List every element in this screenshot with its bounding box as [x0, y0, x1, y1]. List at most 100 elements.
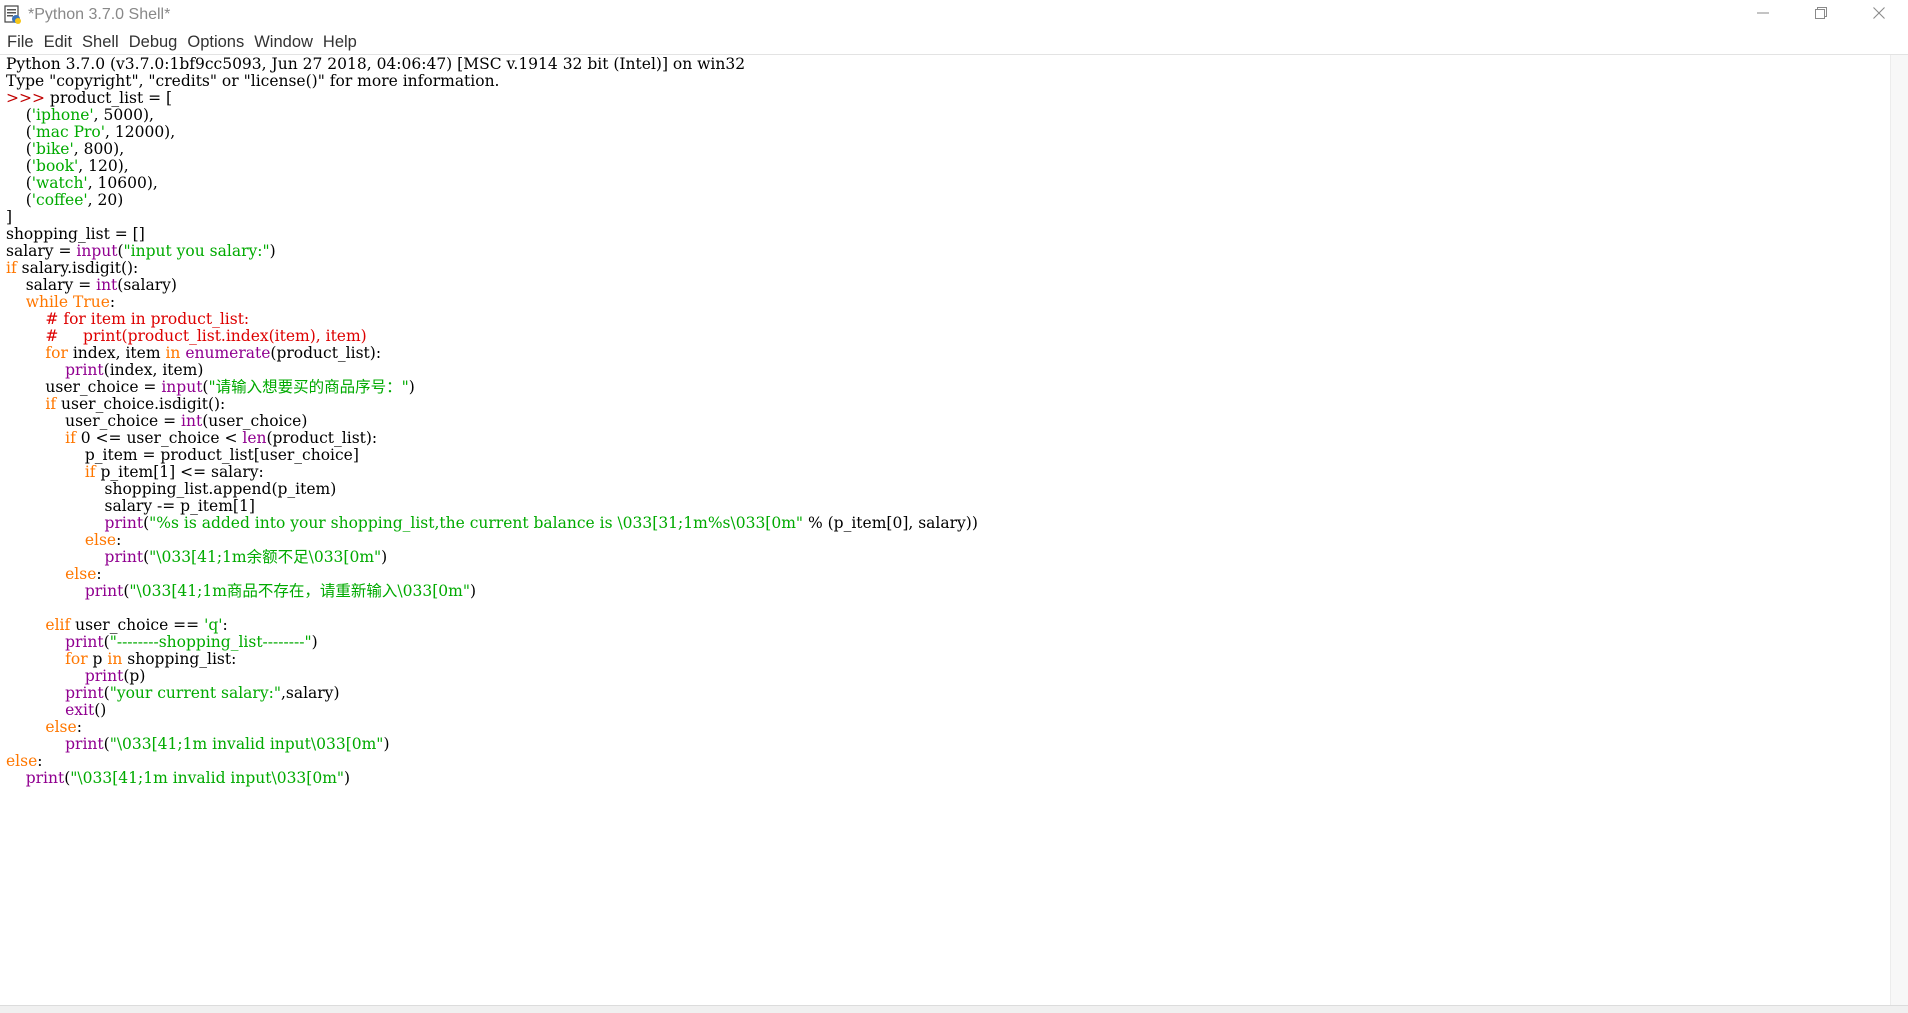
shell-line: while True: [6, 294, 978, 311]
code-token: ) [269, 242, 276, 260]
shell-line: else: [6, 566, 978, 583]
code-token: : [96, 565, 102, 583]
string-token: 'iphone' [31, 106, 94, 124]
code-token: user_choice == [70, 616, 205, 634]
code-token: ) [311, 633, 318, 651]
code-token: index, item [67, 344, 166, 362]
keyword-token: for [45, 344, 68, 362]
menu-file[interactable]: File [2, 30, 39, 54]
minimize-button[interactable] [1734, 0, 1792, 30]
builtin-token: exit [65, 701, 95, 719]
status-bar [0, 1005, 1908, 1013]
shell-line: if 0 <= user_choice < len(product_list): [6, 430, 978, 447]
keyword-token: for [65, 650, 88, 668]
string-token: "\033[41;1m invalid input\033[0m" [70, 769, 345, 787]
shell-line: print("\033[41;1m invalid input\033[0m") [6, 736, 978, 753]
shell-line: # for item in product_list: [6, 311, 978, 328]
keyword-token: else [65, 565, 97, 583]
menu-edit[interactable]: Edit [39, 30, 77, 54]
keyword-token: in [165, 344, 181, 362]
code-token: p_item[1] <= salary: [95, 463, 264, 481]
code-token: , 12000), [105, 123, 176, 141]
shell-line: print("\033[41;1m余额不足\033[0m") [6, 549, 978, 566]
code-token: (product_list): [270, 344, 382, 362]
python-idle-icon[interactable] [4, 5, 22, 25]
code-token: , 800), [73, 140, 125, 158]
vertical-scrollbar[interactable] [1890, 55, 1908, 1005]
code-token: , 5000), [93, 106, 154, 124]
restore-button[interactable] [1792, 0, 1850, 30]
code-token: , 10600), [87, 174, 158, 192]
string-token: 'mac Pro' [31, 123, 106, 141]
keyword-token: while [25, 293, 69, 311]
builtin-token: print [84, 667, 124, 685]
shell-line: user_choice = int(user_choice) [6, 413, 978, 430]
shell-line: salary = input("input you salary:") [6, 243, 978, 260]
code-token: Type "copyright", "credits" or "license(… [6, 72, 500, 90]
shell-text-area[interactable]: Python 3.7.0 (v3.7.0:1bf9cc5093, Jun 27 … [0, 55, 1890, 1005]
idle-shell-window: *Python 3.7.0 Shell* File Edit Shell Deb… [0, 0, 1908, 1013]
code-token: user_choice.isdigit(): [56, 395, 226, 413]
shell-line: ('mac Pro', 12000), [6, 124, 978, 141]
builtin-token: print [65, 684, 104, 702]
code-token: ( [6, 140, 32, 158]
code-token: product_list = [ [49, 89, 173, 107]
menu-bar: File Edit Shell Debug Options Window Hel… [0, 30, 1908, 54]
shell-line: print("\033[41;1m invalid input\033[0m") [6, 770, 978, 787]
code-token: salary -= p_item[1] [6, 497, 255, 515]
code-token: shopping_list.append(p_item) [6, 480, 337, 498]
code-token: salary = [6, 242, 77, 260]
code-token: 0 <= user_choice < [75, 429, 243, 447]
shell-line: for index, item in enumerate(product_lis… [6, 345, 978, 362]
shell-line: ('iphone', 5000), [6, 107, 978, 124]
keyword-token: else [84, 531, 117, 549]
shell-line: p_item = product_list[user_choice] [6, 447, 978, 464]
shell-line: if p_item[1] <= salary: [6, 464, 978, 481]
shell-line: print("--------shopping_list--------") [6, 634, 978, 651]
code-token: ( [6, 123, 32, 141]
code-token: , 20) [87, 191, 124, 209]
string-token: "--------shopping_list--------" [109, 633, 312, 651]
menu-options[interactable]: Options [182, 30, 249, 54]
code-token: ,salary) [280, 684, 340, 702]
code-token: ( [6, 106, 32, 124]
code-token: , 120), [78, 157, 129, 175]
window-controls [1734, 0, 1908, 30]
window-title: *Python 3.7.0 Shell* [28, 6, 171, 23]
menu-shell[interactable]: Shell [77, 30, 124, 54]
shell-output[interactable]: Python 3.7.0 (v3.7.0:1bf9cc5093, Jun 27 … [6, 56, 978, 787]
builtin-token: int [181, 412, 203, 430]
menu-help[interactable]: Help [318, 30, 362, 54]
shell-line: ] [6, 209, 978, 226]
code-token: ) [381, 548, 388, 566]
shell-line: print("your current salary:",salary) [6, 685, 978, 702]
shell-line: salary -= p_item[1] [6, 498, 978, 515]
menu-debug[interactable]: Debug [124, 30, 183, 54]
shell-line: else: [6, 532, 978, 549]
shell-line: salary = int(salary) [6, 277, 978, 294]
builtin-token: print [65, 633, 104, 651]
minimize-icon [1757, 6, 1769, 24]
shell-line: print(index, item) [6, 362, 978, 379]
keyword-token: else [45, 718, 77, 736]
code-token: % (p_item[0], salary)) [803, 514, 978, 532]
code-token: (salary) [117, 276, 177, 294]
code-token: (user_choice) [202, 412, 308, 430]
shell-line: Python 3.7.0 (v3.7.0:1bf9cc5093, Jun 27 … [6, 56, 978, 73]
keyword-token: if [65, 429, 76, 447]
shell-line: user_choice = input("请输入想要买的商品序号：") [6, 379, 978, 396]
close-button[interactable] [1850, 0, 1908, 30]
menu-window[interactable]: Window [249, 30, 318, 54]
shell-line: elif user_choice == 'q': [6, 617, 978, 634]
shell-line: shopping_list.append(p_item) [6, 481, 978, 498]
